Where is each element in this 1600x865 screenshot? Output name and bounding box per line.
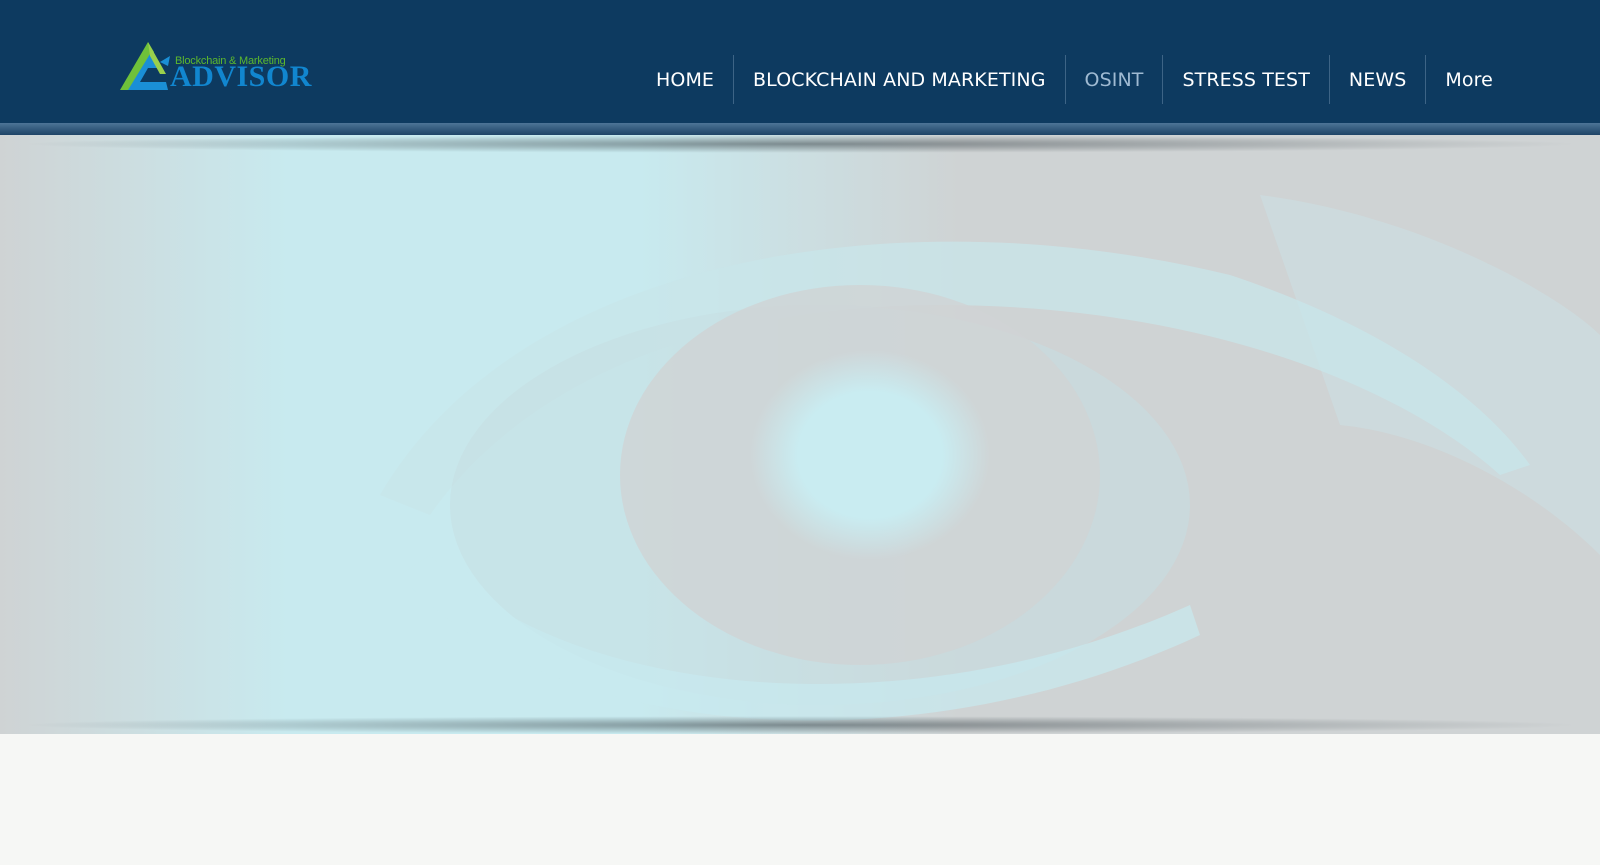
page-content-area <box>0 734 1600 865</box>
logo-wordmark: ADVISOR <box>170 60 312 93</box>
hero-top-shadow <box>15 135 1585 153</box>
site-header: Blockchain & Marketing ADVISOR HOME BLOC… <box>0 0 1600 123</box>
main-nav: HOME BLOCKCHAIN AND MARKETING OSINT STRE… <box>637 55 1512 104</box>
nav-item-blockchain-and-marketing[interactable]: BLOCKCHAIN AND MARKETING <box>733 55 1064 104</box>
site-logo[interactable]: Blockchain & Marketing ADVISOR <box>120 38 320 94</box>
nav-item-news[interactable]: NEWS <box>1328 55 1425 104</box>
hero-banner <box>0 135 1600 734</box>
nav-item-home[interactable]: HOME <box>637 55 733 104</box>
eye-closeup-image <box>0 135 1600 734</box>
hero-bottom-shadow <box>15 716 1585 734</box>
nav-item-stress-test[interactable]: STRESS TEST <box>1162 55 1328 104</box>
header-divider-strip <box>0 123 1600 135</box>
nav-item-more[interactable]: More <box>1425 55 1512 104</box>
nav-item-osint[interactable]: OSINT <box>1064 55 1163 104</box>
